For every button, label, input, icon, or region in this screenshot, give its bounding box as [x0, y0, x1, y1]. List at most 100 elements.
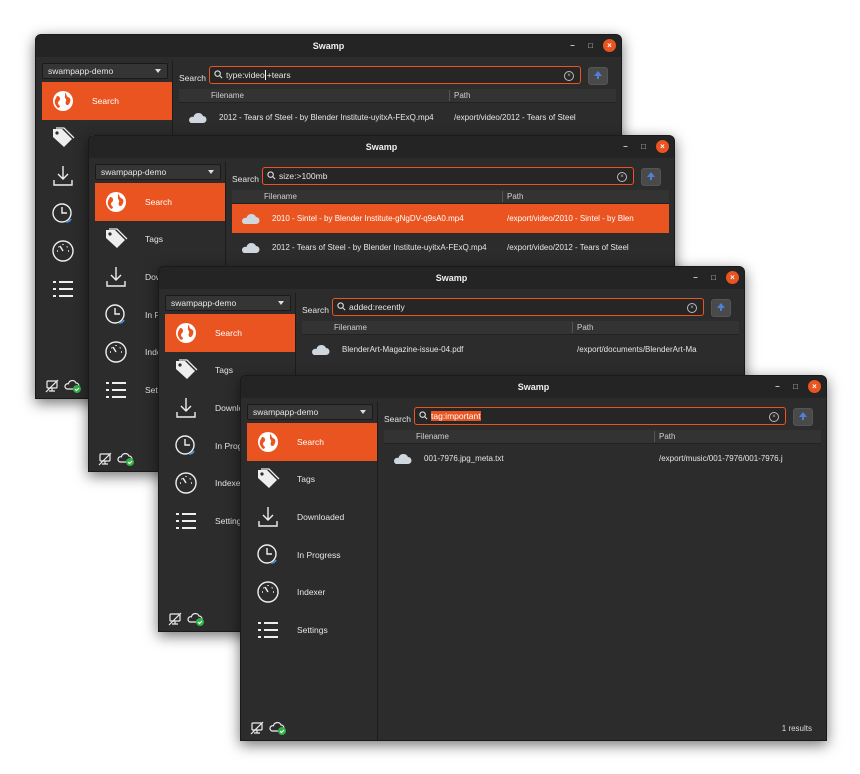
search-input[interactable]: added:recently ×: [332, 298, 704, 316]
column-divider[interactable]: [502, 191, 503, 202]
navigate-up-button[interactable]: [641, 168, 661, 186]
account-dropdown[interactable]: swampapp-demo: [42, 63, 168, 79]
sidebar-item-settings[interactable]: Settings: [247, 611, 377, 649]
disconnected-drive-icon[interactable]: [97, 451, 113, 467]
search-icon: [267, 171, 276, 182]
clock-icon: [50, 201, 76, 227]
table-header: Filename Path: [232, 190, 669, 204]
disconnected-drive-icon[interactable]: [249, 720, 265, 736]
sidebar-item-label: Indexer: [297, 587, 326, 598]
table-row[interactable]: 2012 - Tears of Steel - by Blender Insti…: [179, 103, 616, 132]
sidebar-item-downloaded[interactable]: Downloaded: [247, 498, 377, 536]
arrow-up-icon: [716, 302, 726, 314]
column-divider[interactable]: [654, 431, 655, 442]
column-header-filename[interactable]: Filename: [264, 192, 297, 201]
search-icon: [419, 411, 428, 422]
maximize-button[interactable]: □: [637, 140, 650, 153]
account-dropdown[interactable]: swampapp-demo: [247, 404, 373, 420]
sidebar-item-tags[interactable]: Tags: [95, 221, 225, 259]
account-name: swampapp-demo: [171, 298, 237, 308]
search-input[interactable]: type:video +tears ×: [209, 66, 581, 84]
search-input[interactable]: size:>100mb ×: [262, 167, 634, 185]
cloud-check-icon[interactable]: [117, 451, 134, 467]
minimize-button[interactable]: –: [689, 271, 702, 284]
table-row[interactable]: 001-7976.jpg_meta.txt /export/music/001-…: [384, 444, 821, 473]
filename-cell: 2012 - Tears of Steel - by Blender Insti…: [219, 113, 434, 122]
column-header-path[interactable]: Path: [454, 91, 470, 100]
account-name: swampapp-demo: [253, 407, 319, 417]
search-label: Search: [302, 305, 329, 315]
minimize-button[interactable]: –: [771, 380, 784, 393]
column-header-path[interactable]: Path: [577, 323, 593, 332]
search-query: added:recently: [349, 302, 405, 312]
clear-icon[interactable]: ×: [617, 172, 627, 182]
sidebar-item-label: Tags: [297, 474, 315, 485]
globe-icon: [255, 429, 281, 455]
maximize-button[interactable]: □: [707, 271, 720, 284]
clock-icon: [255, 542, 281, 568]
search-input[interactable]: tag:important ×: [414, 407, 786, 425]
cloud-check-icon[interactable]: [64, 378, 81, 394]
disconnected-drive-icon[interactable]: [44, 378, 60, 394]
column-divider[interactable]: [449, 90, 450, 101]
filename-cell: 001-7976.jpg_meta.txt: [424, 454, 504, 463]
sidebar-item-label: Tags: [145, 234, 163, 245]
sidebar-item-search[interactable]: Search: [42, 82, 172, 120]
column-header-filename[interactable]: Filename: [211, 91, 244, 100]
maximize-button[interactable]: □: [789, 380, 802, 393]
list-icon: [103, 377, 129, 403]
minimize-button[interactable]: –: [566, 39, 579, 52]
sidebar-item-in-progress[interactable]: In Progress: [247, 536, 377, 574]
clear-icon[interactable]: ×: [687, 303, 697, 313]
account-dropdown[interactable]: swampapp-demo: [165, 295, 291, 311]
title-bar[interactable]: Swamp – □ ×: [36, 35, 621, 57]
sidebar-item-label: In Progress: [297, 549, 341, 560]
close-button[interactable]: ×: [726, 271, 739, 284]
column-header-filename[interactable]: Filename: [416, 432, 449, 441]
sidebar-item-label: Downloaded: [297, 511, 345, 522]
search-label: Search: [232, 174, 259, 184]
clear-icon[interactable]: ×: [769, 412, 779, 422]
search-icon: [337, 302, 346, 313]
sidebar-nav: Search Tags Downloaded In Progress Index…: [247, 423, 377, 649]
cloud-icon: [240, 213, 260, 227]
column-header-path[interactable]: Path: [507, 192, 523, 201]
download-icon: [103, 264, 129, 290]
globe-icon: [103, 189, 129, 215]
sidebar-item-label: Settings: [297, 624, 328, 635]
title-bar[interactable]: Swamp – □ ×: [241, 376, 826, 398]
tags-icon: [255, 466, 281, 492]
navigate-up-button[interactable]: [711, 299, 731, 317]
sidebar-item-label: Search: [297, 436, 324, 447]
sidebar-item-search[interactable]: Search: [247, 423, 377, 461]
column-divider[interactable]: [572, 322, 573, 333]
close-button[interactable]: ×: [603, 39, 616, 52]
disconnected-drive-icon[interactable]: [167, 611, 183, 627]
title-bar[interactable]: Swamp – □ ×: [89, 136, 674, 158]
table-row[interactable]: BlenderArt-Magazine-issue-04.pdf /export…: [302, 335, 739, 364]
filename-cell: 2012 - Tears of Steel - by Blender Insti…: [272, 243, 487, 252]
sidebar-footer: [245, 716, 377, 740]
sidebar-item-search[interactable]: Search: [165, 314, 295, 352]
account-name: swampapp-demo: [101, 167, 167, 177]
sidebar-item-indexer[interactable]: Indexer: [247, 573, 377, 611]
navigate-up-button[interactable]: [588, 67, 608, 85]
close-button[interactable]: ×: [656, 140, 669, 153]
table-row[interactable]: 2010 - Sintel - by Blender Institute-gNg…: [232, 204, 669, 233]
column-header-path[interactable]: Path: [659, 432, 675, 441]
sidebar-item-search[interactable]: Search: [95, 183, 225, 221]
close-button[interactable]: ×: [808, 380, 821, 393]
table-header: Filename Path: [302, 321, 739, 335]
table-row[interactable]: 2012 - Tears of Steel - by Blender Insti…: [232, 233, 669, 262]
navigate-up-button[interactable]: [793, 408, 813, 426]
arrow-up-icon: [646, 171, 656, 183]
clear-icon[interactable]: ×: [564, 71, 574, 81]
minimize-button[interactable]: –: [619, 140, 632, 153]
cloud-check-icon[interactable]: [187, 611, 204, 627]
cloud-check-icon[interactable]: [269, 720, 286, 736]
title-bar[interactable]: Swamp – □ ×: [159, 267, 744, 289]
maximize-button[interactable]: □: [584, 39, 597, 52]
account-dropdown[interactable]: swampapp-demo: [95, 164, 221, 180]
sidebar-item-tags[interactable]: Tags: [247, 461, 377, 499]
column-header-filename[interactable]: Filename: [334, 323, 367, 332]
